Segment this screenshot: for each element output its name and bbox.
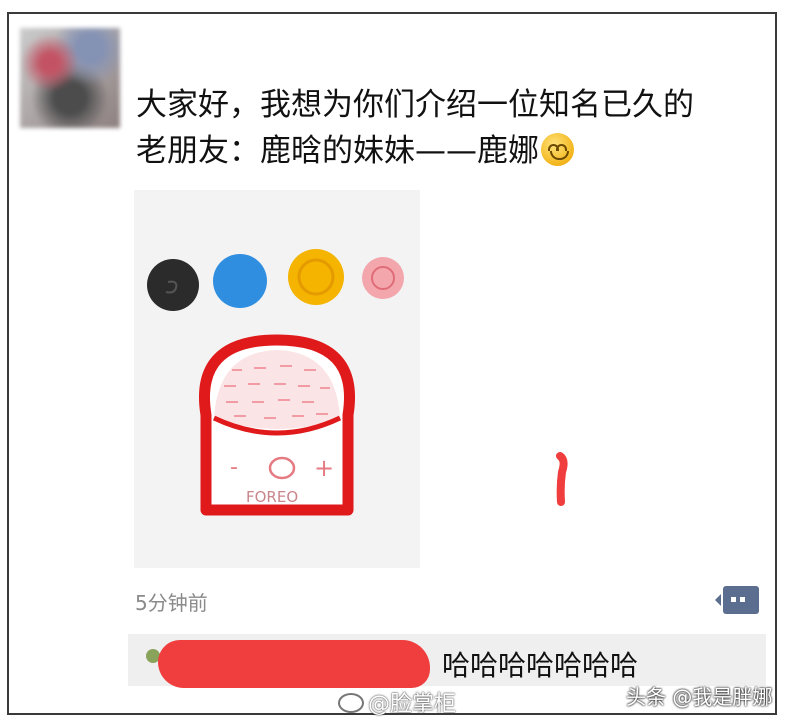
red-mark [556,452,568,506]
watermark-left: @脸掌柜 [338,686,456,718]
post-text-line1: 大家好，我想为你们介绍一位知名已久的 [136,87,694,123]
yellow-color-dot [288,249,344,305]
plus-symbol: + [314,454,334,482]
post-time: 5分钟前 [135,591,208,615]
redaction-mark [158,640,430,688]
post-text: 大家好，我想为你们介绍一位知名已久的 老朋友：鹿晗的妹妹——鹿娜 [136,82,756,174]
post-text-line2-wrap: 老朋友：鹿晗的妹妹——鹿娜 [136,128,756,174]
pink-color-dot [362,257,404,299]
minus-symbol: - [230,455,238,480]
blue-color-dot [213,254,267,308]
black-color-dot [147,259,199,311]
smiling-face-icon [541,133,574,166]
watermark-left-text: @脸掌柜 [368,692,457,717]
post-image[interactable]: - + FOREO [134,190,420,568]
comment-button[interactable] [715,586,759,614]
brand-text: FOREO [246,488,298,506]
reply-text: 哈哈哈哈哈哈哈 [442,649,639,682]
weibo-icon [338,693,364,713]
avatar[interactable] [20,28,120,128]
post-text-line2: 老朋友：鹿晗的妹妹——鹿娜 [136,133,539,169]
watermark-right: 头条 @我是胖娜 [626,685,773,709]
foreo-drawing: - + FOREO [147,249,404,516]
